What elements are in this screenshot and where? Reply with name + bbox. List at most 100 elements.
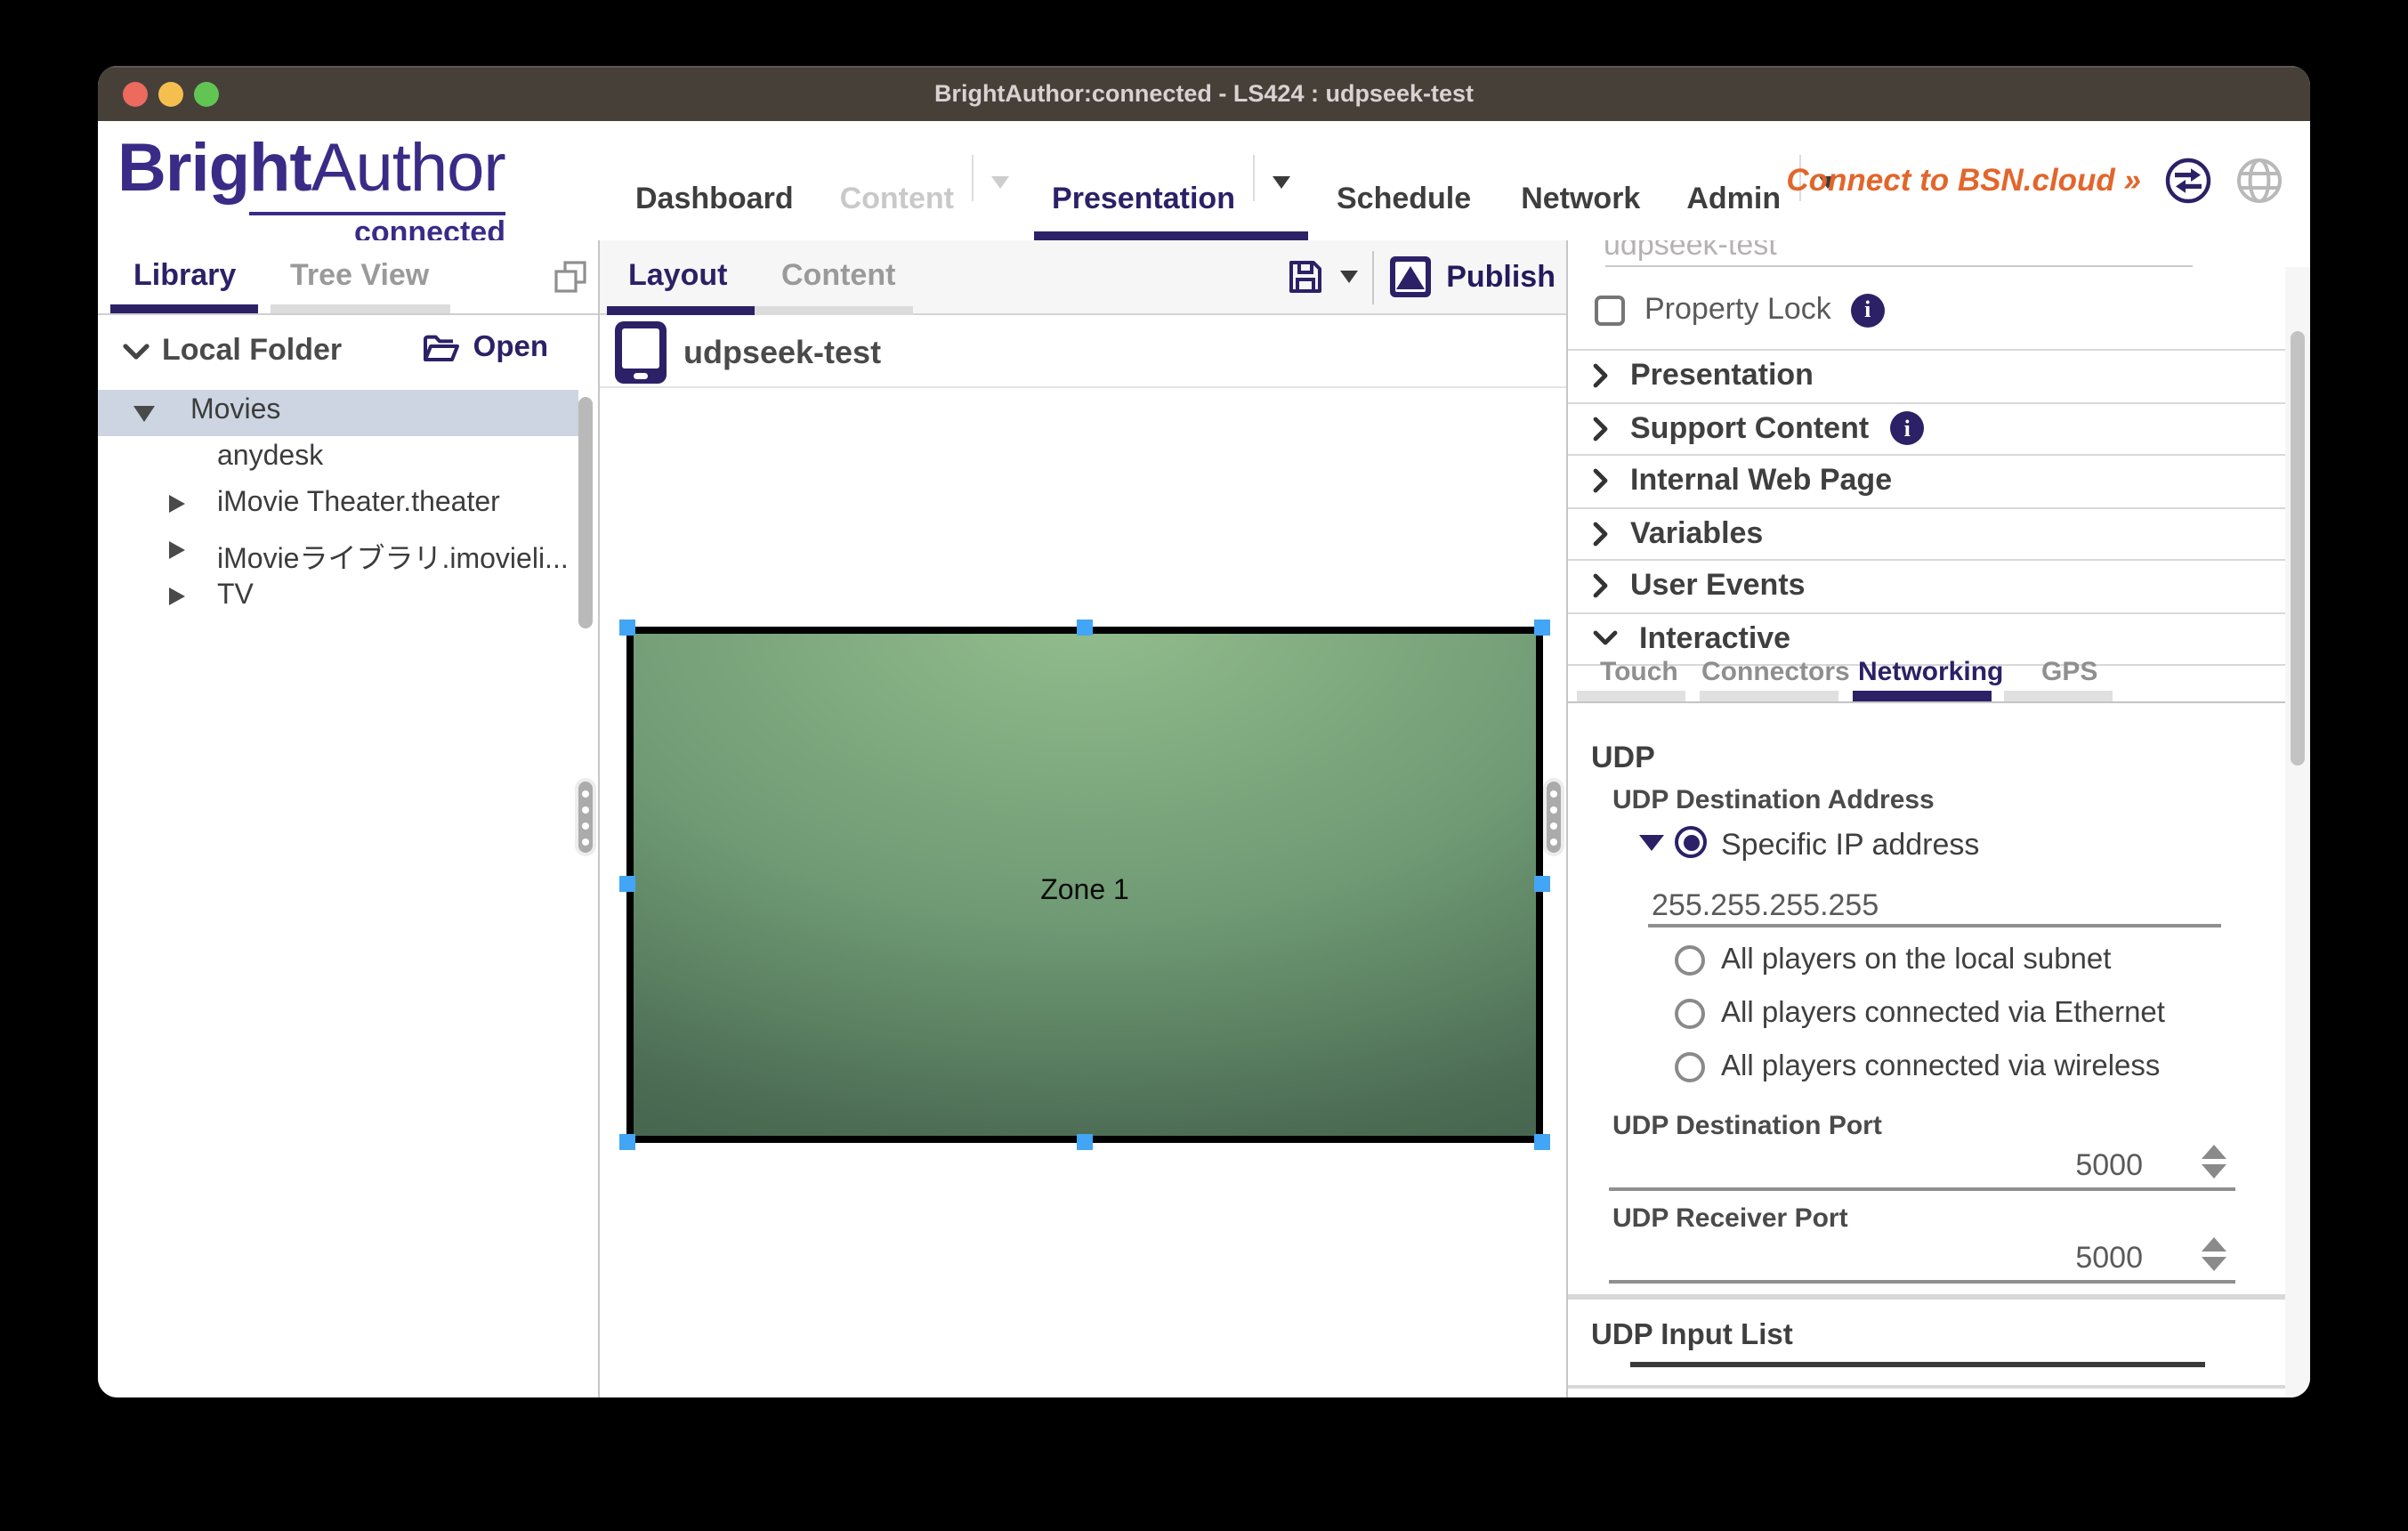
tree-row-movies[interactable]: Movies	[98, 390, 578, 436]
tree-expand-icon[interactable]	[133, 406, 155, 422]
library-scrollbar[interactable]	[578, 397, 593, 628]
globe-icon[interactable]	[2235, 157, 2283, 205]
minimize-icon[interactable]	[158, 81, 183, 106]
collapse-icon[interactable]	[1639, 835, 1664, 851]
resize-handle-s[interactable]	[1077, 1134, 1093, 1150]
save-publish-group: Publish	[1284, 240, 1559, 313]
info-icon[interactable]: i	[1890, 412, 1924, 446]
udp-destination-port-label: UDP Destination Port	[1612, 1111, 1882, 1141]
nav-presentation[interactable]: Presentation	[1052, 182, 1235, 217]
section-label: Internal Web Page	[1630, 464, 1892, 499]
stepper-up-icon[interactable]	[2202, 1145, 2226, 1159]
chevron-down-icon[interactable]	[1273, 176, 1290, 189]
radio-via-wireless[interactable]	[1675, 1052, 1705, 1082]
udp-destination-address-label: UDP Destination Address	[1612, 785, 1935, 815]
udp-ip-input[interactable]: 255.255.255.255	[1652, 888, 1879, 924]
divider	[600, 386, 1566, 388]
close-icon[interactable]	[123, 81, 148, 106]
inspector-scrollbar-track[interactable]	[2285, 267, 2310, 1397]
divider	[1568, 1294, 2299, 1300]
destination-port-stepper[interactable]	[2202, 1145, 2226, 1179]
udp-receiver-port-input[interactable]: 5000	[1947, 1241, 2143, 1276]
panels-icon[interactable]	[554, 260, 587, 294]
stepper-down-icon[interactable]	[2202, 1164, 2226, 1179]
left-splitter-handle[interactable]	[575, 778, 596, 856]
section-user-events[interactable]: User Events	[1568, 561, 2285, 613]
resize-handle-nw[interactable]	[619, 620, 635, 636]
nav-dashboard[interactable]: Dashboard	[610, 98, 819, 240]
udp-input-list-label: UDP Input List	[1591, 1319, 1793, 1353]
floppy-save-icon[interactable]	[1284, 256, 1325, 297]
section-label: Support Content	[1630, 411, 1869, 447]
radio-via-ethernet-label: All players connected via Ethernet	[1721, 997, 2165, 1031]
resize-handle-e[interactable]	[1534, 876, 1550, 892]
radio-specific-ip[interactable]	[1675, 826, 1707, 858]
section-variables[interactable]: Variables	[1568, 508, 2285, 561]
tree-label: anydesk	[217, 441, 323, 474]
radio-local-subnet[interactable]	[1675, 945, 1705, 976]
udp-receiver-port-label: UDP Receiver Port	[1612, 1203, 1848, 1234]
property-lock-checkbox[interactable]	[1595, 295, 1625, 325]
resize-handle-n[interactable]	[1077, 620, 1093, 636]
resize-handle-sw[interactable]	[619, 1134, 635, 1150]
stepper-down-icon[interactable]	[2202, 1257, 2226, 1271]
local-folder-label: Local Folder	[162, 333, 342, 369]
inspector-scrollbar-thumb[interactable]	[2291, 331, 2305, 766]
tree-collapse-icon[interactable]	[169, 495, 185, 513]
tree-row-imovie-theater[interactable]: iMovie Theater.theater	[98, 482, 598, 529]
section-internal-web-page[interactable]: Internal Web Page	[1568, 456, 2285, 508]
tree-row-imovie-library[interactable]: iMovieライブラリ.imovieli...	[98, 529, 598, 575]
tab-tree-view[interactable]: Tree View	[290, 258, 429, 294]
chevron-right-icon	[1593, 417, 1609, 441]
udp-destination-port-input[interactable]: 5000	[1947, 1148, 2143, 1184]
radio-via-ethernet[interactable]	[1675, 999, 1705, 1029]
library-panel: Library Tree View Local Folder	[98, 240, 600, 1397]
tree-collapse-icon[interactable]	[169, 587, 185, 605]
presentation-name: udpseek-test	[683, 334, 881, 371]
nav-schedule[interactable]: Schedule	[1312, 98, 1496, 240]
info-icon[interactable]: i	[1851, 293, 1885, 327]
tab-content[interactable]: Content	[781, 258, 895, 294]
nav-presentation-group[interactable]: Presentation	[1030, 98, 1312, 240]
header-right: Connect to BSN.cloud »	[1786, 121, 2283, 247]
transfer-arrows-icon[interactable]	[2164, 157, 2212, 205]
connect-bsn-link[interactable]: Connect to BSN.cloud »	[1786, 162, 2141, 199]
udp-input-list-underline[interactable]	[1630, 1362, 2205, 1367]
right-splitter-handle[interactable]	[1543, 778, 1564, 856]
tab-connectors[interactable]: Connectors	[1701, 657, 1850, 687]
nav-network[interactable]: Network	[1496, 98, 1665, 240]
stepper-up-icon[interactable]	[2202, 1237, 2226, 1252]
field-underline	[1609, 1280, 2235, 1283]
tab-gps[interactable]: GPS	[2041, 657, 2097, 687]
tree-row-anydesk[interactable]: anydesk	[98, 436, 598, 482]
tab-touch[interactable]: Touch	[1600, 657, 1678, 687]
resize-handle-w[interactable]	[619, 876, 635, 892]
nav-content[interactable]: Content	[840, 182, 954, 217]
tab-networking[interactable]: Networking	[1858, 657, 2003, 687]
publish-button[interactable]: Publish	[1446, 259, 1556, 295]
app-header: BrightAuthor connected Dashboard Content…	[98, 121, 2310, 242]
resize-handle-se[interactable]	[1534, 1134, 1550, 1150]
tab-layout[interactable]: Layout	[628, 258, 727, 294]
divider	[1568, 1385, 2299, 1389]
chevron-down-icon[interactable]	[991, 176, 1009, 189]
tab-gps-indicator	[2004, 691, 2113, 701]
open-button[interactable]: Open	[422, 331, 548, 365]
presentation-name-field[interactable]: udpseek-test	[1604, 240, 2191, 267]
zone-1[interactable]: Zone 1	[626, 627, 1543, 1143]
section-presentation[interactable]: Presentation	[1568, 351, 2285, 403]
resize-handle-ne[interactable]	[1534, 620, 1550, 636]
section-support-content[interactable]: Support Content i	[1568, 403, 2285, 456]
tree-row-tv[interactable]: TV	[98, 575, 598, 621]
publish-image-icon[interactable]	[1387, 255, 1432, 299]
nav-admin[interactable]: Admin	[1686, 182, 1781, 217]
tree-label: iMovie Theater.theater	[217, 488, 500, 520]
tab-library[interactable]: Library	[133, 258, 236, 294]
chevron-down-icon[interactable]	[123, 344, 149, 361]
tab-layout-indicator	[607, 306, 762, 315]
save-options-chevron-icon[interactable]	[1339, 271, 1357, 283]
receiver-port-stepper[interactable]	[2202, 1237, 2226, 1271]
nav-content-group[interactable]: Content	[819, 98, 1030, 240]
zoom-icon[interactable]	[194, 81, 219, 106]
tree-collapse-icon[interactable]	[169, 541, 185, 559]
